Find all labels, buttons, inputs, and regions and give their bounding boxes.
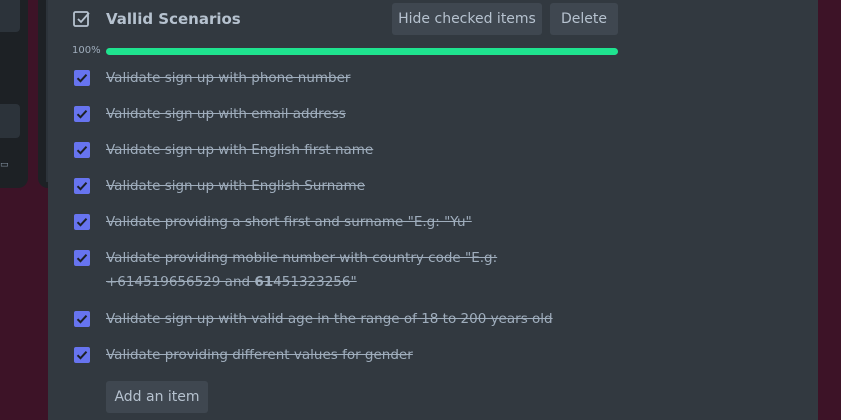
check-icon	[76, 182, 88, 191]
checklist-item-line: Validate providing mobile number with co…	[106, 250, 498, 266]
checklist-icon	[73, 11, 90, 27]
checklist-item[interactable]: Validate sign up with valid age in the r…	[106, 307, 553, 331]
check-icon	[76, 315, 88, 324]
checklist-item[interactable]: Validate sign up with email address	[106, 102, 506, 126]
check-icon	[76, 351, 88, 360]
item-checkbox[interactable]	[74, 214, 90, 230]
item-checkbox[interactable]	[74, 347, 90, 363]
progress-percent: 100%	[72, 45, 101, 56]
check-icon	[76, 110, 88, 119]
check-icon	[76, 254, 88, 263]
checklist-item[interactable]: Validate sign up with English Surname	[106, 174, 506, 198]
item-checkbox[interactable]	[74, 178, 90, 194]
hide-checked-items-button[interactable]: Hide checked items	[392, 3, 542, 35]
item-checkbox[interactable]	[74, 70, 90, 86]
item-checkbox[interactable]	[74, 311, 90, 327]
delete-checklist-button[interactable]: Delete	[550, 3, 618, 35]
check-icon	[76, 146, 88, 155]
item-checkbox[interactable]	[74, 250, 90, 266]
check-icon	[76, 218, 88, 227]
checklist-item[interactable]: Validate sign up with English first name	[106, 138, 506, 162]
checklist-item[interactable]: Validate providing a short first and sur…	[106, 210, 506, 234]
add-item-button[interactable]: Add an item	[106, 381, 208, 413]
checklist-title[interactable]: Vallid Scenarios	[106, 8, 241, 30]
card-icon: ▭	[0, 160, 9, 170]
progress-bar	[106, 48, 618, 55]
item-checkbox[interactable]	[74, 142, 90, 158]
checklist-item-bold: 61	[254, 274, 274, 290]
check-icon	[76, 74, 88, 83]
background-card	[0, 0, 20, 32]
checklist-item-line: 451323256"	[273, 274, 357, 290]
checklist-item[interactable]: Validate providing mobile number with co…	[106, 246, 506, 294]
background-list-left: ▭	[0, 0, 28, 188]
background-card	[0, 104, 20, 138]
checklist-item[interactable]: Validate sign up with phone number	[106, 66, 506, 90]
checklist-item-line: +614519656529 and	[106, 274, 255, 290]
progress-bar-fill	[106, 48, 618, 55]
item-checkbox[interactable]	[74, 106, 90, 122]
checklist-item[interactable]: Validate providing different values for …	[106, 343, 506, 367]
